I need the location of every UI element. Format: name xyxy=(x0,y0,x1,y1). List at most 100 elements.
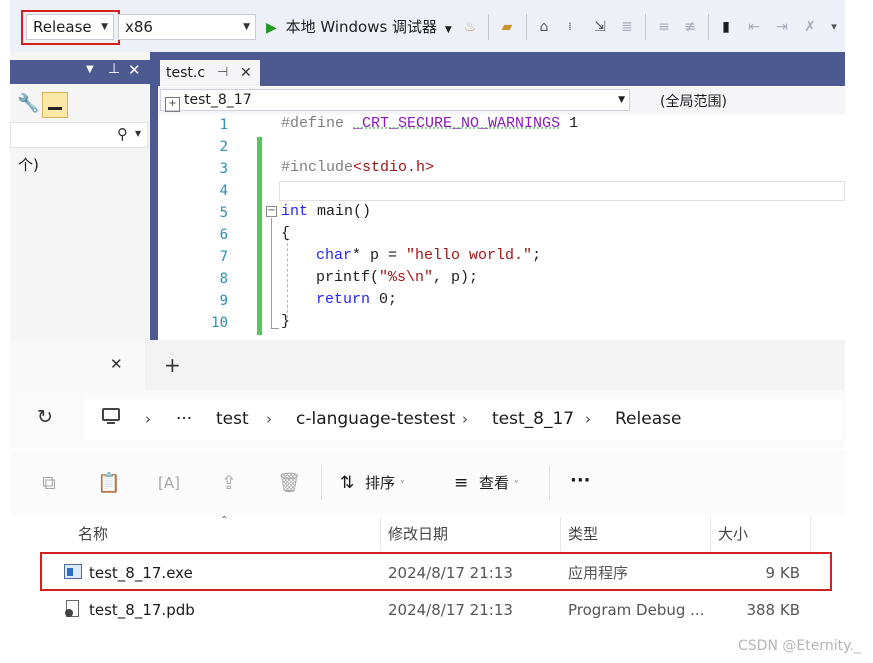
chevron-down-icon: ▼ xyxy=(444,25,452,35)
file-name: test_8_17.pdb xyxy=(89,601,195,619)
new-tab-button[interactable]: + xyxy=(164,355,181,375)
pin-icon[interactable]: ⊣ xyxy=(217,60,228,86)
change-marker xyxy=(257,137,262,159)
line-number: 10 xyxy=(211,315,228,331)
bookmark-icon[interactable]: ▮ xyxy=(716,16,736,38)
line-number: 7 xyxy=(219,249,228,265)
sort-button[interactable]: ⇅ 排序 ˅ xyxy=(340,472,405,497)
line-number: 5 xyxy=(219,205,228,221)
column-header-modified[interactable]: 修改日期 xyxy=(388,523,448,545)
line-number: 9 xyxy=(219,293,228,309)
search-icon: ⚲ xyxy=(117,125,128,143)
find-in-files-icon[interactable]: ▰ xyxy=(497,16,517,38)
comment-icon[interactable]: ≡ xyxy=(654,16,674,38)
column-separator[interactable] xyxy=(810,517,811,551)
toolbar-separator xyxy=(708,14,709,40)
pin-icon[interactable]: ⊥ xyxy=(108,61,120,77)
solution-search-input[interactable]: ⚲ ▼ xyxy=(10,122,148,148)
file-type: Program Debug ... xyxy=(568,601,705,619)
breadcrumb-test-8-17[interactable]: test_8_17 xyxy=(492,408,574,430)
breadcrumb-ellipsis[interactable]: ··· xyxy=(176,408,192,430)
outline-guide xyxy=(271,218,272,328)
explorer-tab[interactable]: ✕ xyxy=(10,340,145,390)
breadcrumb-c-language-testest[interactable]: c-language-testest xyxy=(296,408,455,430)
delete-icon[interactable]: 🗑 xyxy=(276,470,302,496)
highlight-exe-box xyxy=(40,552,832,591)
column-separator[interactable] xyxy=(560,517,561,551)
document-tab-strip xyxy=(158,52,845,86)
step-icon[interactable]: ⇲ xyxy=(590,16,610,38)
wrench-icon[interactable]: 🔧 xyxy=(17,93,39,114)
line-number: 8 xyxy=(219,271,228,287)
project-scope-value: test_8_17 xyxy=(184,92,252,108)
computer-icon xyxy=(102,408,120,421)
panel-splitter[interactable] xyxy=(150,52,158,340)
tab-test-c[interactable]: test.c ⊣ ✕ xyxy=(160,60,260,86)
column-header-size[interactable]: 大小 xyxy=(718,523,748,545)
chevron-down-icon: ˅ xyxy=(513,480,519,491)
toolbar-overflow-icon[interactable]: ▾ xyxy=(824,16,844,38)
rename-icon[interactable]: [A] xyxy=(156,470,182,496)
close-icon[interactable]: ✕ xyxy=(110,355,123,373)
close-icon[interactable]: ✕ xyxy=(240,60,252,86)
start-debugger-button[interactable]: ▶ 本地 Windows 调试器 ▼ xyxy=(266,14,452,40)
chevron-down-icon: ˅ xyxy=(399,480,405,491)
overflow-icon[interactable]: ⁞ xyxy=(560,16,580,38)
more-options-button[interactable]: ··· xyxy=(570,470,591,491)
pdb-file-icon xyxy=(65,600,79,617)
minus-icon xyxy=(48,107,62,110)
hot-reload-icon[interactable]: ♨ xyxy=(460,16,480,38)
code-line-1: #define _CRT_SECURE_NO_WARNINGS 1 xyxy=(281,115,579,132)
prev-bookmark-icon[interactable]: ⇤ xyxy=(744,16,764,38)
member-scope-dropdown[interactable]: (全局范围) xyxy=(660,91,727,111)
solution-platform-dropdown[interactable]: x86 ▼ xyxy=(118,14,256,40)
computer-icon-stand xyxy=(107,422,115,424)
line-number: 3 xyxy=(219,161,228,177)
uncomment-icon[interactable]: ≢ xyxy=(680,16,700,38)
chevron-down-icon: ▼ xyxy=(618,95,625,105)
column-header-type[interactable]: 类型 xyxy=(568,523,598,545)
view-icon: ≡ xyxy=(454,473,469,493)
view-button[interactable]: ≡ 查看 ˅ xyxy=(454,472,519,497)
tab-label: test.c xyxy=(166,65,206,81)
project-icon: + xyxy=(165,97,180,112)
breadcrumb-release[interactable]: Release xyxy=(615,408,681,430)
copy-icon[interactable]: ⧉ xyxy=(36,470,62,496)
watermark: CSDN @Eternity._ xyxy=(738,638,861,654)
view-label: 查看 xyxy=(479,474,510,492)
file-size: 388 KB xyxy=(746,601,800,619)
panel-menu-icon[interactable]: ▼ xyxy=(86,64,94,75)
close-icon[interactable]: ✕ xyxy=(128,61,141,79)
chevron-down-icon: ▼ xyxy=(243,22,250,32)
collapse-icon[interactable]: − xyxy=(266,206,277,217)
next-bookmark-icon[interactable]: ⇥ xyxy=(772,16,792,38)
chevron-right-icon: › xyxy=(145,410,151,428)
toolbar-separator xyxy=(488,14,489,40)
clear-bookmarks-icon[interactable]: ✗ xyxy=(800,16,820,38)
code-line-5: int main() xyxy=(281,203,372,220)
home-window-icon[interactable]: ⌂ xyxy=(534,16,554,38)
file-row[interactable]: test_8_17.pdb 2024/8/17 21:13 Program De… xyxy=(40,591,830,627)
column-separator[interactable] xyxy=(710,517,711,551)
preview-toggle-button[interactable] xyxy=(42,92,68,118)
code-line-7: char* p = "hello world."; xyxy=(316,247,542,264)
column-header-name[interactable]: 名称 xyxy=(78,523,108,545)
change-marker xyxy=(257,159,262,335)
indent-icon[interactable]: ≣ xyxy=(617,16,637,38)
pdb-gear-mark xyxy=(65,609,73,617)
panel-header: ▼ ⊥ ✕ xyxy=(10,60,150,84)
chevron-down-icon: ▼ xyxy=(135,129,142,138)
sort-label: 排序 xyxy=(365,474,396,492)
line-number: 4 xyxy=(219,183,228,199)
share-icon[interactable]: ⇪ xyxy=(216,470,242,496)
outline-guide-end xyxy=(271,328,279,329)
column-separator[interactable] xyxy=(380,517,381,551)
refresh-icon[interactable]: ↻ xyxy=(37,406,53,428)
debugger-label: 本地 Windows 调试器 xyxy=(285,18,438,36)
chevron-right-icon: › xyxy=(585,410,591,428)
command-bar xyxy=(10,450,845,515)
project-scope-dropdown[interactable]: + test_8_17 ▼ xyxy=(160,89,630,112)
paste-icon[interactable]: 📋 xyxy=(96,470,122,496)
tree-item-text[interactable]: 个) xyxy=(18,154,39,175)
breadcrumb-test[interactable]: test xyxy=(216,408,249,430)
